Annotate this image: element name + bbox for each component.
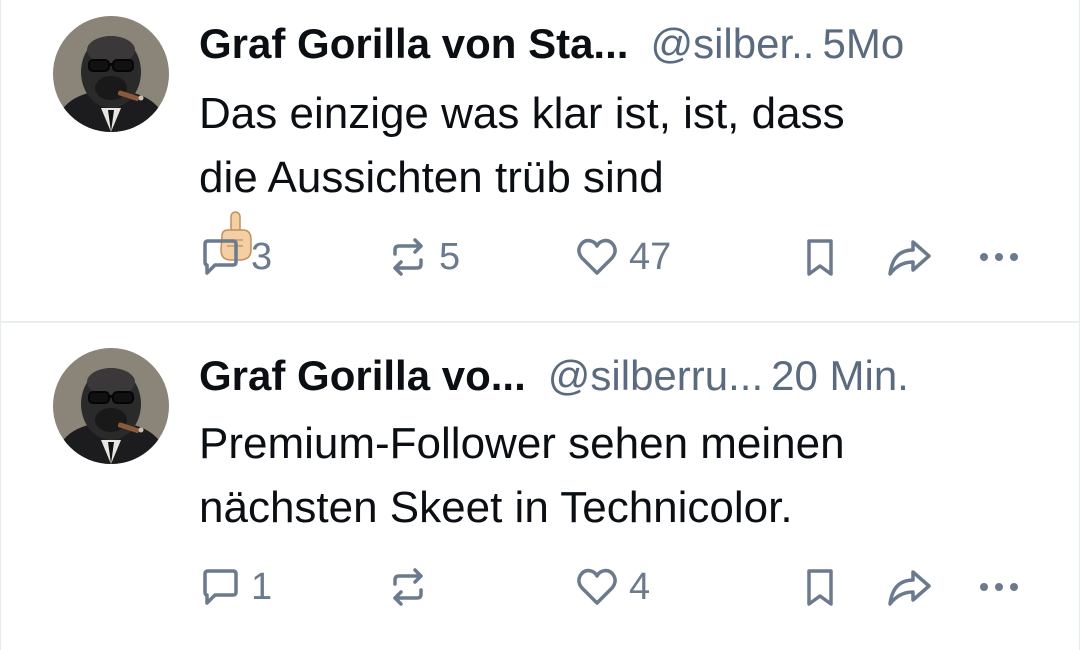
more-dots-icon — [980, 583, 1018, 591]
share-button[interactable] — [885, 562, 933, 612]
more-dots-icon — [980, 253, 1018, 261]
author-handle[interactable]: @silber.. — [650, 18, 814, 70]
post-header: Graf Gorilla von Sta... @silber.. 5Mo — [199, 18, 1037, 70]
author-handle[interactable]: @silberru... — [548, 350, 763, 402]
post-text-line: Premium-Follower sehen meinen — [199, 419, 845, 468]
post-time[interactable]: 5Mo — [822, 18, 904, 70]
post-actions: 1 4 — [1, 562, 1080, 612]
repost-arrows-icon — [393, 238, 423, 276]
like-button[interactable]: 4 — [575, 562, 650, 612]
like-button[interactable]: 47 — [575, 232, 671, 282]
post-actions: 3 5 47 — [1, 232, 1080, 282]
repost-count: 5 — [439, 235, 461, 278]
post-text: Premium-Follower sehen meinen nächsten S… — [199, 412, 1019, 540]
post-2[interactable]: Graf Gorilla vo... @silberru... 20 Min. … — [0, 322, 1080, 650]
like-count: 47 — [629, 235, 672, 278]
post-header: Graf Gorilla vo... @silberru... 20 Min. — [199, 350, 1037, 402]
avatar[interactable] — [53, 16, 169, 132]
heart-icon — [577, 238, 617, 275]
more-button[interactable] — [975, 562, 1025, 612]
like-count: 4 — [629, 565, 651, 608]
share-arrow-icon — [888, 240, 931, 276]
reply-button[interactable]: 3 — [199, 232, 272, 282]
reply-count: 3 — [251, 235, 273, 278]
share-button[interactable] — [885, 232, 933, 282]
post-text-line-2: nächsten Skeet in Technicolor. — [199, 483, 793, 532]
reply-count: 1 — [251, 565, 273, 608]
bookmark-icon — [807, 569, 833, 606]
author-name[interactable]: Graf Gorilla vo... — [199, 350, 526, 402]
heart-icon — [577, 568, 617, 605]
reply-button[interactable]: 1 — [199, 562, 272, 612]
author-name[interactable]: Graf Gorilla von Sta... — [199, 18, 628, 70]
post-1[interactable]: Graf Gorilla von Sta... @silber.. 5Mo Da… — [0, 0, 1080, 322]
bookmark-button[interactable] — [801, 562, 839, 612]
bookmark-button[interactable] — [801, 232, 839, 282]
reply-bubble-icon — [203, 239, 238, 275]
reply-bubble-icon — [203, 569, 238, 605]
repost-arrows-icon — [393, 568, 423, 606]
post-text-line: Das einzige was klar ist, ist, dass — [199, 89, 845, 138]
more-button[interactable] — [975, 232, 1025, 282]
post-time[interactable]: 20 Min. — [771, 350, 909, 402]
bookmark-icon — [807, 239, 833, 276]
repost-button[interactable] — [387, 562, 439, 612]
avatar[interactable] — [53, 348, 169, 464]
share-arrow-icon — [888, 570, 931, 606]
repost-button[interactable]: 5 — [387, 232, 460, 282]
